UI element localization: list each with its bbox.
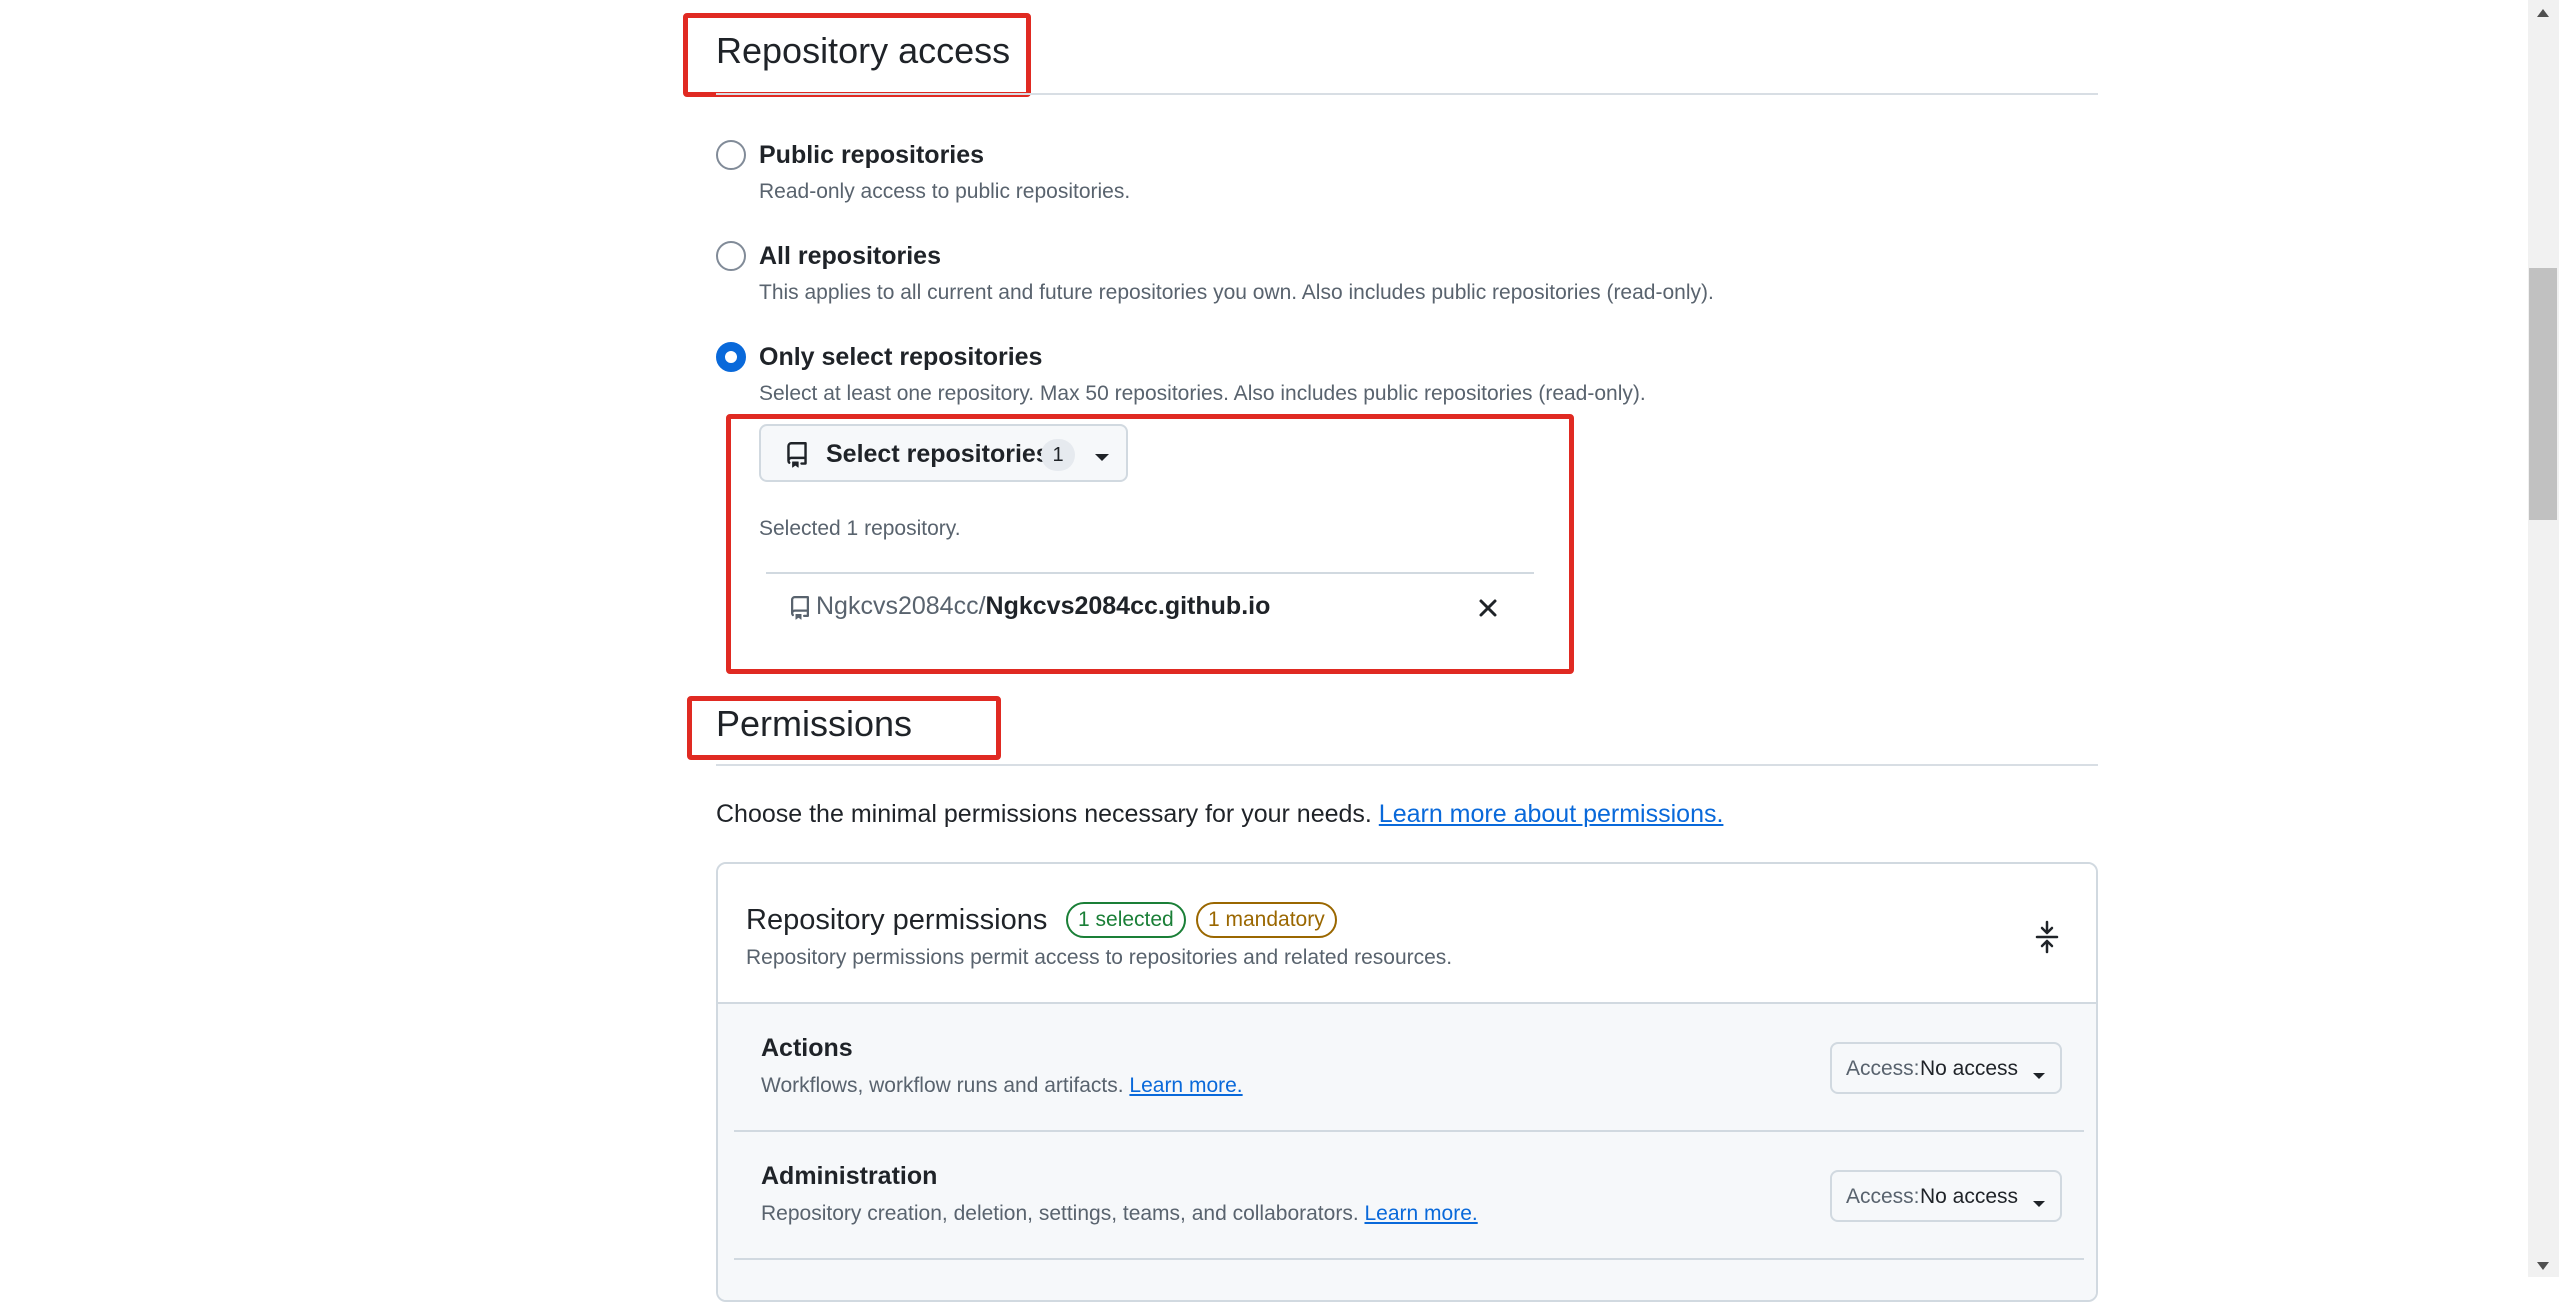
caret-down-icon	[2032, 1063, 2046, 1087]
access-value: No access	[1920, 1185, 2019, 1208]
repo-full-name: Ngkcvs2084cc/Ngkcvs2084cc.github.io	[816, 592, 1270, 621]
repo-owner: Ngkcvs2084cc/	[816, 592, 986, 620]
repo-icon	[788, 594, 812, 627]
access-dropdown-administration[interactable]: Access: No access	[1830, 1170, 2062, 1222]
access-dropdown-actions[interactable]: Access: No access	[1830, 1042, 2062, 1094]
repo-list-divider	[766, 572, 1534, 574]
radio-title: All repositories	[759, 242, 941, 270]
radio-button[interactable]	[716, 241, 746, 271]
radio-public-repositories[interactable]: Public repositories Read-only access to …	[716, 140, 1616, 210]
access-label: Access:	[1846, 1185, 1920, 1208]
remove-repo-button[interactable]	[1474, 594, 1502, 622]
repository-permissions-header: Repository permissions 1 selected 1 mand…	[718, 864, 2096, 1004]
scroll-up-arrow-icon[interactable]	[2535, 6, 2551, 18]
permissions-heading: Permissions	[716, 703, 913, 744]
collapse-icon[interactable]	[2034, 920, 2060, 959]
selected-count-badge: 1 selected	[1066, 902, 1186, 938]
permissions-intro: Choose the minimal permissions necessary…	[716, 800, 1723, 829]
access-label: Access:	[1846, 1057, 1920, 1080]
permission-row-administration: Administration Repository creation, dele…	[734, 1132, 2084, 1258]
repository-access-heading: Repository access	[716, 30, 1011, 71]
radio-all-repositories[interactable]: All repositories This applies to all cur…	[716, 241, 1816, 311]
repository-permissions-title: Repository permissions	[746, 904, 1048, 936]
radio-description: Read-only access to public repositories.	[759, 180, 1131, 203]
repository-permissions-card: Repository permissions 1 selected 1 mand…	[716, 862, 2098, 1302]
select-repositories-label: Select repositories	[826, 440, 1050, 468]
repo-icon	[784, 441, 810, 474]
repository-permissions-list: Actions Workflows, workflow runs and art…	[718, 1004, 2096, 1300]
radio-button[interactable]	[716, 140, 746, 170]
mandatory-count-badge: 1 mandatory	[1196, 902, 1337, 938]
radio-title: Public repositories	[759, 141, 985, 169]
selected-repository-count: Selected 1 repository.	[759, 517, 961, 540]
row-divider	[734, 1258, 2084, 1260]
learn-more-permissions-link[interactable]: Learn more about permissions.	[1379, 800, 1724, 828]
permission-description-text: Workflows, workflow runs and artifacts.	[761, 1074, 1130, 1097]
permission-description: Workflows, workflow runs and artifacts. …	[761, 1074, 1243, 1098]
repository-access-divider	[716, 93, 2098, 95]
learn-more-link[interactable]: Learn more.	[1364, 1202, 1477, 1225]
permission-description: Repository creation, deletion, settings,…	[761, 1202, 1478, 1226]
scrollbar-thumb[interactable]	[2529, 268, 2557, 520]
scrollbar-track[interactable]	[2528, 0, 2559, 1277]
permissions-divider	[716, 764, 2098, 766]
caret-down-icon	[2032, 1191, 2046, 1215]
permission-title: Actions	[761, 1034, 853, 1062]
radio-only-select-repositories[interactable]: Only select repositories Select at least…	[716, 342, 1816, 412]
radio-description: Select at least one repository. Max 50 r…	[759, 382, 1646, 405]
radio-description: This applies to all current and future r…	[759, 281, 1714, 304]
radio-button-checked[interactable]	[716, 342, 746, 372]
learn-more-link[interactable]: Learn more.	[1129, 1074, 1242, 1097]
permission-description-text: Repository creation, deletion, settings,…	[761, 1202, 1365, 1225]
caret-down-icon	[1094, 450, 1110, 468]
select-repositories-button[interactable]: Select repositories 1	[759, 424, 1128, 482]
repo-name: Ngkcvs2084cc.github.io	[985, 592, 1271, 620]
permission-title: Administration	[761, 1162, 938, 1190]
access-value: No access	[1920, 1057, 2019, 1080]
permission-row-actions: Actions Workflows, workflow runs and art…	[734, 1004, 2084, 1130]
select-repositories-count: 1	[1041, 439, 1075, 471]
repository-permissions-description: Repository permissions permit access to …	[746, 946, 1453, 969]
scroll-down-arrow-icon[interactable]	[2535, 1259, 2551, 1271]
close-icon	[1479, 599, 1497, 617]
radio-title: Only select repositories	[759, 343, 1043, 371]
permissions-intro-text: Choose the minimal permissions necessary…	[716, 800, 1379, 828]
page: Repository access Public repositories Re…	[0, 0, 2559, 1302]
